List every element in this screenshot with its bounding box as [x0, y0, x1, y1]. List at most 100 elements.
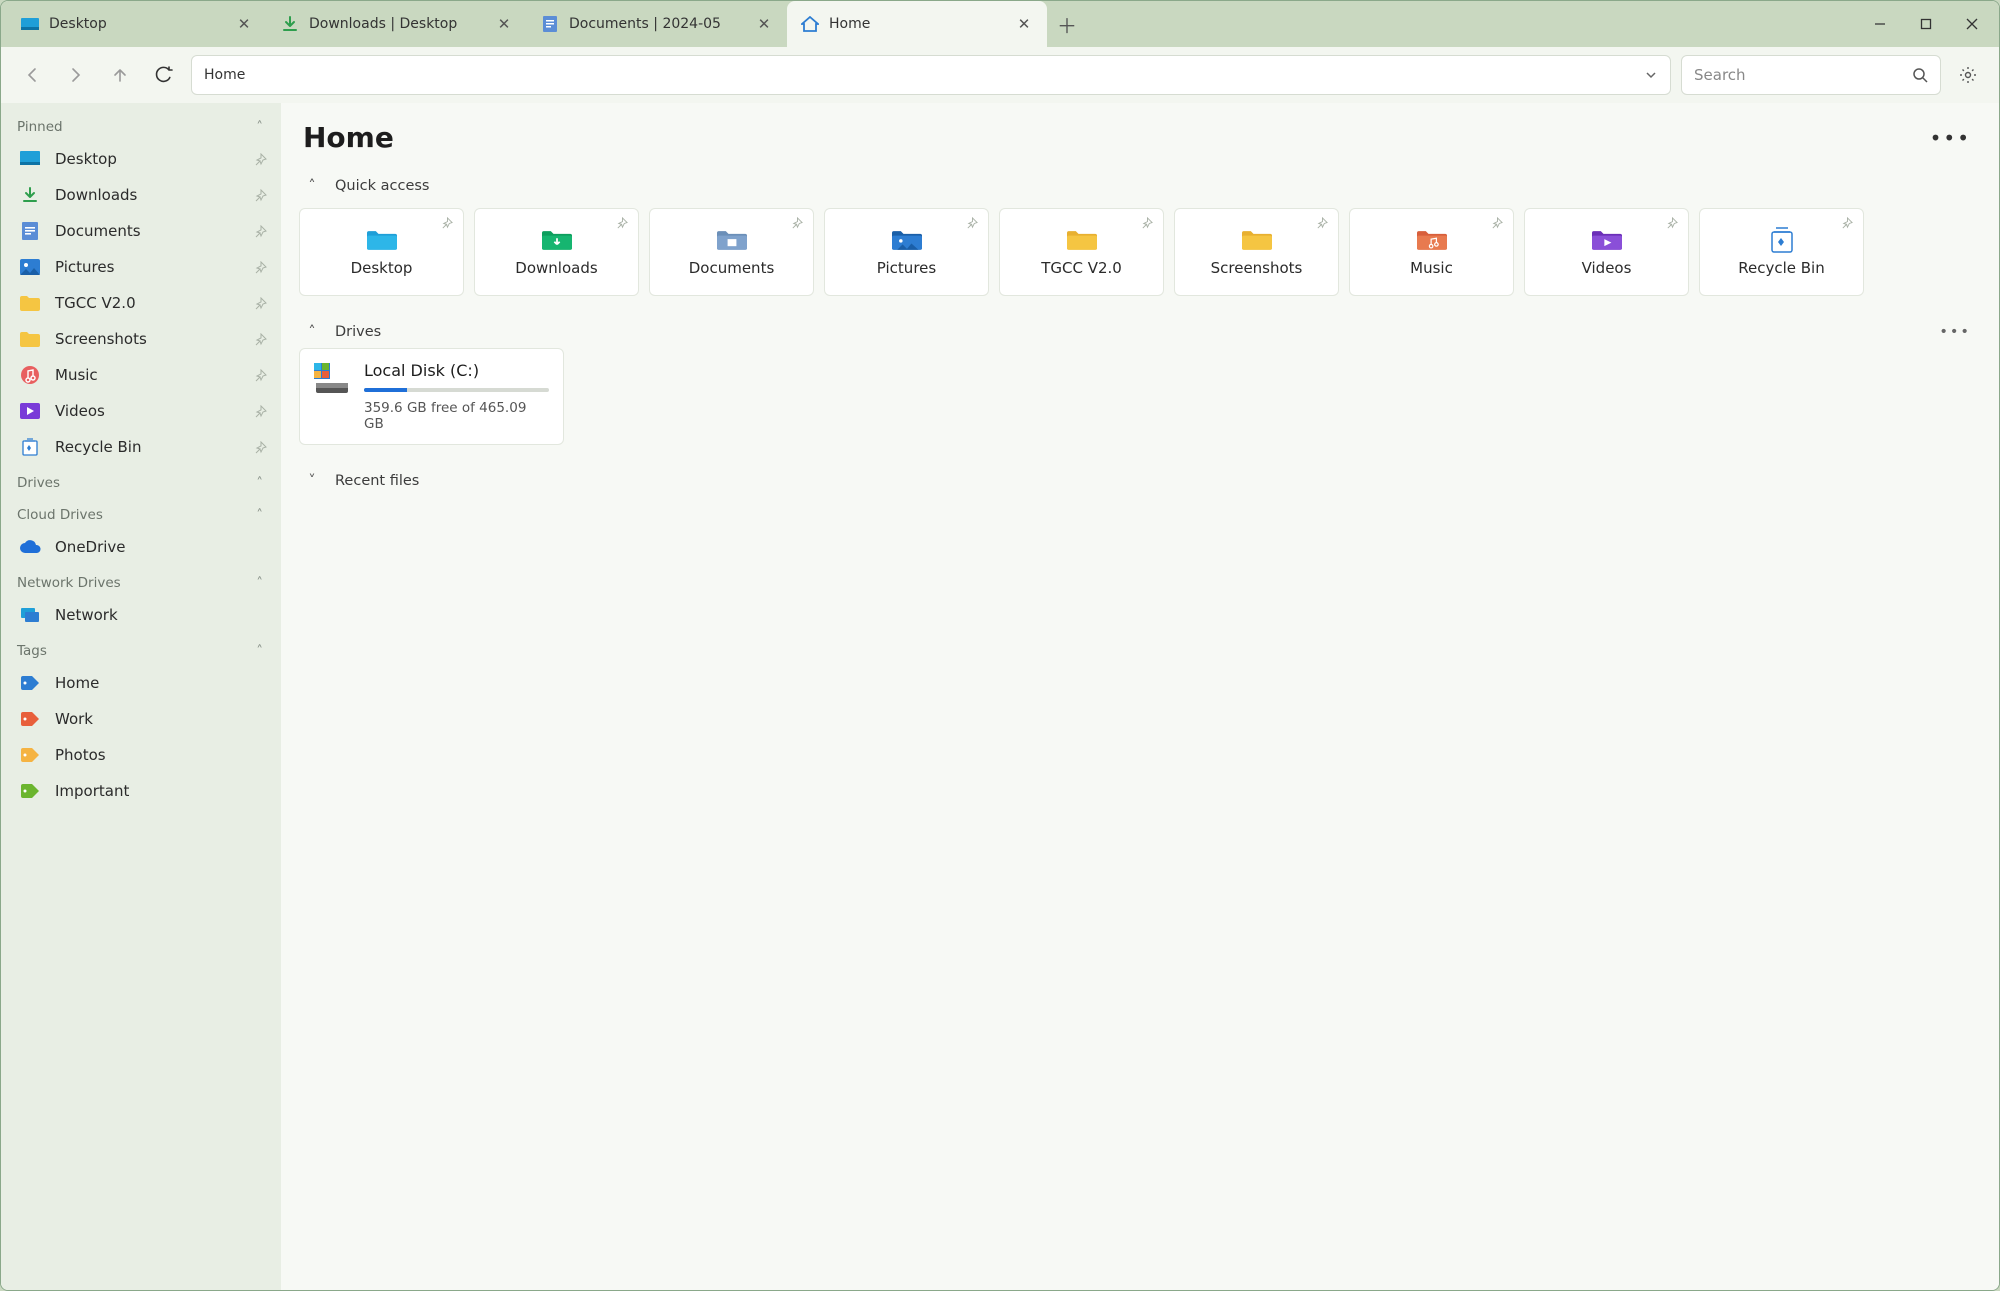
more-button[interactable]: ••• [1924, 122, 1977, 154]
sidebar-item-onedrive[interactable]: OneDrive [1, 529, 281, 565]
up-button[interactable] [103, 58, 137, 92]
sidebar-item-label: Documents [55, 222, 240, 240]
folder-icon [1067, 227, 1097, 253]
pin-icon[interactable] [254, 153, 267, 166]
section-header-quick[interactable]: ˄ Quick access [299, 170, 1981, 202]
sidebar-item-downloads[interactable]: Downloads [1, 177, 281, 213]
section-recent: ˅ Recent files [281, 459, 1999, 511]
chevron-down-icon[interactable] [1644, 68, 1658, 82]
close-icon[interactable]: ✕ [755, 15, 773, 33]
sidebar-item-pictures[interactable]: Pictures [1, 249, 281, 285]
main-pane[interactable]: Home ••• ˄ Quick access Desktop [281, 103, 1999, 1290]
qa-downloads[interactable]: Downloads [474, 208, 639, 296]
sidebar-item-tgcc[interactable]: TGCC V2.0 [1, 285, 281, 321]
settings-button[interactable] [1951, 58, 1985, 92]
folder-icon [1242, 227, 1272, 253]
section-title: Drives [335, 324, 381, 340]
window-controls [1857, 1, 1999, 47]
pin-icon[interactable] [254, 297, 267, 310]
sidebar-item-videos[interactable]: Videos [1, 393, 281, 429]
pin-icon[interactable] [254, 261, 267, 274]
pin-icon[interactable] [254, 225, 267, 238]
sidebar-item-label: Downloads [55, 186, 240, 204]
pin-icon[interactable] [254, 333, 267, 346]
sidebar-item-label: Music [55, 366, 240, 384]
section-header-recent[interactable]: ˅ Recent files [299, 465, 1981, 497]
sidebar-item-recycle[interactable]: Recycle Bin [1, 429, 281, 465]
qa-videos[interactable]: Videos [1524, 208, 1689, 296]
sidebar-item-documents[interactable]: Documents [1, 213, 281, 249]
qa-desktop[interactable]: Desktop [299, 208, 464, 296]
sidebar-tag-work[interactable]: Work [1, 701, 281, 737]
sidebar-group-cloud[interactable]: Cloud Drives ˄ [1, 497, 281, 529]
search-box[interactable] [1681, 55, 1941, 95]
chevron-down-icon: ˅ [303, 473, 321, 489]
sidebar-group-pinned[interactable]: Pinned ˄ [1, 109, 281, 141]
sidebar-tag-important[interactable]: Important [1, 773, 281, 809]
pin-icon[interactable] [1316, 217, 1328, 229]
qa-screenshots[interactable]: Screenshots [1174, 208, 1339, 296]
sidebar-group-tags[interactable]: Tags ˄ [1, 633, 281, 665]
qa-recycle[interactable]: Recycle Bin [1699, 208, 1864, 296]
file-explorer-window: Desktop ✕ Downloads | Desktop ✕ Document… [0, 0, 2000, 1291]
maximize-button[interactable] [1903, 1, 1949, 47]
sidebar-group-title: Cloud Drives [17, 507, 103, 523]
qa-label: Screenshots [1211, 259, 1303, 277]
tab-desktop[interactable]: Desktop ✕ [7, 1, 267, 47]
sidebar-item-label: Important [55, 782, 267, 800]
qa-label: Recycle Bin [1738, 259, 1824, 277]
sidebar-item-desktop[interactable]: Desktop [1, 141, 281, 177]
qa-label: Desktop [351, 259, 413, 277]
qa-tgcc[interactable]: TGCC V2.0 [999, 208, 1164, 296]
qa-label: Music [1410, 259, 1453, 277]
sidebar-item-music[interactable]: Music [1, 357, 281, 393]
close-window-button[interactable] [1949, 1, 1995, 47]
sidebar-item-label: Videos [55, 402, 240, 420]
sidebar-group-title: Pinned [17, 119, 63, 135]
pin-icon[interactable] [254, 441, 267, 454]
sidebar-item-network[interactable]: Network [1, 597, 281, 633]
forward-button[interactable] [59, 58, 93, 92]
tab-home[interactable]: Home ✕ [787, 1, 1047, 47]
close-icon[interactable]: ✕ [495, 15, 513, 33]
pin-icon[interactable] [254, 405, 267, 418]
videos-icon [19, 400, 41, 422]
qa-pictures[interactable]: Pictures [824, 208, 989, 296]
pin-icon[interactable] [1491, 217, 1503, 229]
tab-documents[interactable]: Documents | 2024-05 ✕ [527, 1, 787, 47]
pin-icon[interactable] [791, 217, 803, 229]
sidebar[interactable]: Pinned ˄ Desktop Downloads Documents Pic… [1, 103, 281, 1290]
address-bar[interactable]: Home [191, 55, 1671, 95]
qa-documents[interactable]: Documents [649, 208, 814, 296]
pin-icon[interactable] [254, 369, 267, 382]
tab-label: Documents | 2024-05 [569, 16, 745, 32]
pin-icon[interactable] [1666, 217, 1678, 229]
pin-icon[interactable] [616, 217, 628, 229]
sidebar-item-label: Desktop [55, 150, 240, 168]
section-title: Quick access [335, 178, 429, 194]
sidebar-group-drives[interactable]: Drives ˄ [1, 465, 281, 497]
drive-usage-fill [364, 388, 407, 392]
sidebar-group-network[interactable]: Network Drives ˄ [1, 565, 281, 597]
drive-local-c[interactable]: Local Disk (C:) 359.6 GB free of 465.09 … [299, 348, 564, 445]
tab-downloads[interactable]: Downloads | Desktop ✕ [267, 1, 527, 47]
pin-icon[interactable] [1841, 217, 1853, 229]
back-button[interactable] [15, 58, 49, 92]
minimize-button[interactable] [1857, 1, 1903, 47]
sidebar-tag-photos[interactable]: Photos [1, 737, 281, 773]
pin-icon[interactable] [441, 217, 453, 229]
refresh-button[interactable] [147, 58, 181, 92]
qa-music[interactable]: Music [1349, 208, 1514, 296]
pin-icon[interactable] [254, 189, 267, 202]
sidebar-tag-home[interactable]: Home [1, 665, 281, 701]
pin-icon[interactable] [1141, 217, 1153, 229]
sidebar-item-screenshots[interactable]: Screenshots [1, 321, 281, 357]
drive-usage-bar [364, 388, 549, 392]
close-icon[interactable]: ✕ [1015, 15, 1033, 33]
search-input[interactable] [1694, 66, 1904, 84]
pin-icon[interactable] [966, 217, 978, 229]
new-tab-button[interactable]: ＋ [1047, 1, 1087, 47]
section-header-drives[interactable]: ˄ Drives ••• [299, 316, 1981, 348]
close-icon[interactable]: ✕ [235, 15, 253, 33]
more-button[interactable]: ••• [1939, 324, 1977, 340]
